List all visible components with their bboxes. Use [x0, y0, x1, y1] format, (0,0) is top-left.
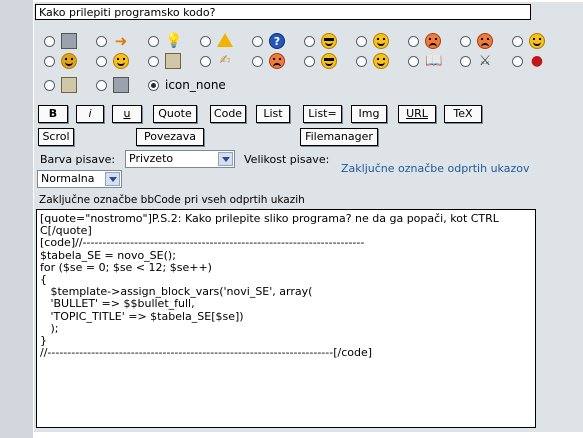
smiley-radio[interactable]	[356, 36, 367, 47]
question-icon: ?	[269, 33, 285, 49]
smiley-radio[interactable]	[304, 36, 315, 47]
subject-input[interactable]: Kako prilepiti programsko kodo?	[35, 4, 531, 20]
icon-none-label: icon_none	[165, 78, 226, 92]
smiley-radio[interactable]	[460, 56, 471, 67]
message-line: [code]//--------------------------------…	[40, 236, 365, 250]
icon-none-radio[interactable]	[148, 80, 159, 91]
smiley-radio[interactable]	[408, 56, 419, 67]
building-icon	[113, 77, 129, 93]
font-size-value: Normalna	[41, 172, 95, 185]
smiley-radio[interactable]	[252, 56, 263, 67]
idea-bulb-icon: 💡	[165, 33, 183, 49]
grin-smiley-icon	[425, 33, 441, 49]
underline-button[interactable]: u	[112, 105, 142, 123]
close-tags-link[interactable]: Zaključne označbe odprtih ukazov	[341, 162, 529, 176]
list-ordered-button[interactable]: List=	[303, 105, 342, 123]
cool-smiley-icon	[321, 33, 337, 49]
phone-icon	[61, 33, 77, 49]
warning-icon	[217, 33, 233, 47]
laugh-smiley-icon	[529, 33, 545, 49]
bbcode-hint: Zaključne označbe bbCode pri vseh odprti…	[39, 194, 305, 206]
chevron-down-icon	[105, 172, 120, 186]
message-line: );	[40, 321, 59, 335]
font-color-label: Barva pisave:	[40, 153, 116, 166]
smiley-radio[interactable]	[356, 56, 367, 67]
smiley-radio[interactable]	[408, 36, 419, 47]
smiley-radio[interactable]	[44, 36, 55, 47]
message-line: //--------------------------------------…	[40, 346, 373, 360]
chevron-down-icon	[218, 152, 233, 166]
smiley-radio[interactable]	[252, 36, 263, 47]
surprised-smiley-icon	[61, 53, 77, 69]
message-line: $tabela_SE = novo_SE();	[40, 248, 176, 262]
scroll-icon	[61, 77, 77, 93]
message-textarea[interactable]: [quote="nostromo"]P.S.2: Kako prilepite …	[36, 209, 536, 428]
wink-smiley-icon	[321, 53, 337, 69]
smiley-radio[interactable]	[96, 56, 107, 67]
bomb-icon: ●	[530, 53, 544, 69]
bold-button[interactable]: B	[38, 105, 68, 123]
smile-smiley-icon	[373, 53, 389, 69]
url-button[interactable]: URL	[398, 105, 436, 123]
smiley-radio[interactable]	[44, 56, 55, 67]
left-column	[0, 0, 34, 438]
happy-smiley-icon	[373, 33, 389, 49]
filemanager-button[interactable]: Filemanager	[300, 128, 378, 146]
img-button[interactable]: Img	[351, 105, 387, 123]
message-line: [quote="nostromo"]P.S.2: Kako prilepite …	[40, 212, 499, 225]
font-size-label: Velikost pisave:	[244, 153, 330, 166]
book-icon: 📖	[425, 53, 443, 69]
smiley-radio[interactable]	[460, 36, 471, 47]
message-line: 'BULLET' => $$bullet_full,	[40, 297, 195, 311]
scroll-button[interactable]: Scrol	[38, 128, 74, 146]
link-button[interactable]: Povezava	[136, 128, 204, 146]
smiley-radio[interactable]	[96, 80, 107, 91]
list-button[interactable]: List	[256, 105, 290, 123]
bottom-divider	[34, 432, 583, 438]
smiley-radio[interactable]	[44, 80, 55, 91]
document-icon	[165, 53, 181, 69]
smiley-radio[interactable]	[304, 56, 315, 67]
smiley-radio[interactable]	[148, 36, 159, 47]
smiley-radio[interactable]	[148, 56, 159, 67]
swords-icon: ⚔	[478, 53, 492, 69]
neutral-smiley-icon	[113, 53, 129, 69]
font-size-select[interactable]: Normalna	[37, 170, 122, 188]
italic-button[interactable]: i	[76, 105, 104, 123]
smiley-radio[interactable]	[200, 56, 211, 67]
quote-button[interactable]: Quote	[153, 105, 197, 123]
arrow-right-icon: ➜	[114, 32, 128, 50]
code-button[interactable]: Code	[210, 105, 246, 123]
font-color-select[interactable]: Privzeto	[125, 150, 235, 168]
tex-button[interactable]: TeX	[444, 105, 482, 123]
smiley-radio[interactable]	[200, 36, 211, 47]
sad-smiley-icon	[477, 33, 493, 49]
smiley-radio[interactable]	[512, 36, 523, 47]
smiley-radio[interactable]	[512, 56, 523, 67]
thumbs-icon: ✍	[219, 53, 231, 68]
mad-smiley-icon	[269, 53, 285, 69]
font-color-value: Privzeto	[129, 152, 174, 165]
message-line: for ($se = 0; $se < 12; $se++)	[40, 260, 212, 274]
smiley-radio[interactable]	[96, 36, 107, 47]
message-line: 'TOPIC_TITLE' => $tabela_SE[$se])	[40, 309, 244, 323]
top-divider	[34, 0, 583, 2]
